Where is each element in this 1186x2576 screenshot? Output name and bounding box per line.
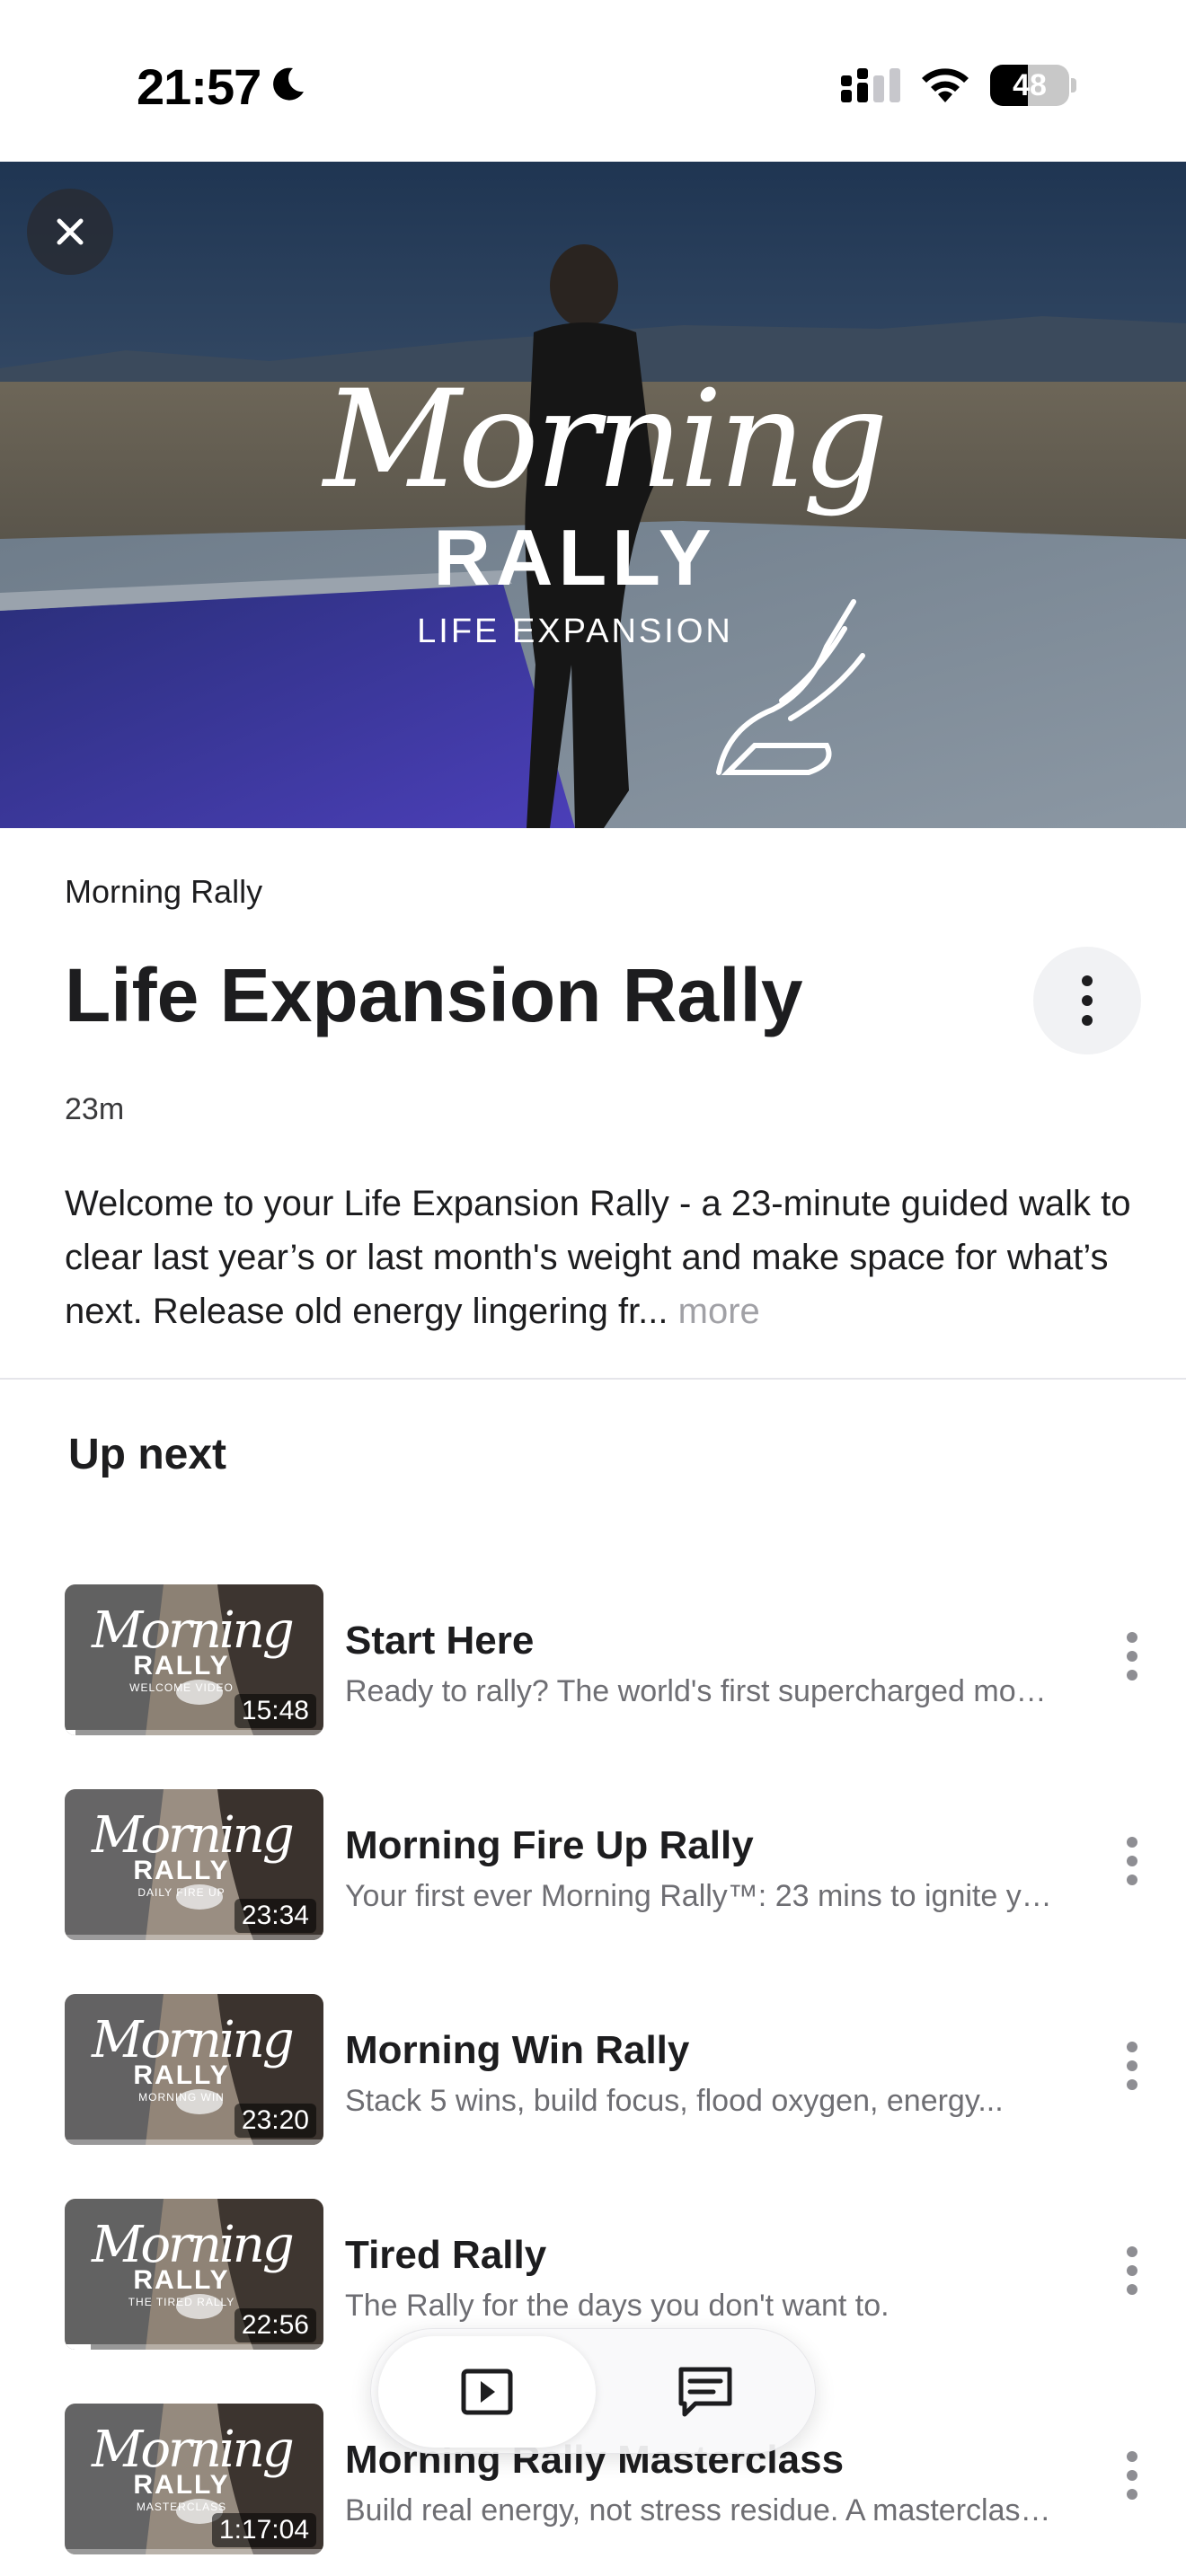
status-bar: 21:57 48 [0,0,1186,162]
thumb-logo-rally: RALLY [133,2470,230,2500]
logo-script-text: Morning [323,362,889,518]
video-thumbnail[interactable]: Morning RALLY MASTERCLASS 1:17:04 [65,2404,323,2554]
page-title: Life Expansion Rally [65,953,803,1037]
winged-shoe-icon [716,599,865,775]
tab-video[interactable] [378,2336,596,2448]
video-duration: 23:34 [234,1899,316,1933]
battery-percent: 48 [1013,68,1047,102]
item-menu-button[interactable] [1105,2430,1159,2520]
more-link[interactable]: more [678,1292,760,1331]
item-subtitle: The Rally for the days you don't want to… [345,2289,890,2323]
item-title: Tired Rally [345,2233,547,2277]
thumb-logo-script: Morning [92,2011,295,2069]
watch-progress-bar [65,2549,323,2554]
series-label[interactable]: Morning Rally [65,873,262,911]
video-thumbnail[interactable]: Morning RALLY WELCOME VIDEO 15:48 [65,1584,323,1735]
item-subtitle: Your first ever Morning Rally™: 23 mins … [345,1879,1055,1913]
video-thumbnail[interactable]: Morning RALLY THE TIRED RALLY 22:56 [65,2199,323,2350]
video-thumbnail[interactable]: Morning RALLY MORNING WIN 23:20 [65,1994,323,2145]
thumb-logo-subtitle: WELCOME VIDEO [129,1681,234,1694]
bottom-tab-bar [370,2328,816,2454]
close-button[interactable] [27,189,113,275]
battery-icon: 48 [990,65,1076,106]
thumb-logo-rally: RALLY [133,1651,230,1681]
list-item[interactable]: Morning RALLY WELCOME VIDEO 15:48 Start … [0,1584,1186,1739]
thumb-logo-subtitle: MORNING WIN [138,2091,225,2104]
list-item[interactable]: Morning RALLY DAILY FIRE UP 23:34 Mornin… [0,1789,1186,1944]
video-duration: 1:17:04 [211,2513,316,2547]
thumb-logo-subtitle: DAILY FIRE UP [137,1886,226,1899]
vertical-ellipsis-icon [1127,1632,1137,1681]
thumb-logo-subtitle: MASTERCLASS [136,2501,227,2513]
chat-icon [678,2367,732,2417]
watch-progress-fill [65,1730,75,1735]
item-title: Morning Fire Up Rally [345,1823,754,1867]
item-subtitle: Stack 5 wins, build focus, flood oxygen,… [345,2084,1004,2118]
thumb-logo-script: Morning [92,2421,295,2479]
vertical-ellipsis-icon [1127,2246,1137,2295]
item-subtitle: Ready to rally? The world's first superc… [345,1674,1055,1708]
video-duration: 15:48 [234,1694,316,1728]
video-duration: 23:20 [234,2104,316,2138]
item-menu-button[interactable] [1105,1816,1159,1906]
item-menu-button[interactable] [1105,2226,1159,2316]
thumb-logo-script: Morning [92,2216,295,2274]
play-video-icon [461,2369,513,2415]
watch-progress-bar [65,1730,323,1735]
watch-progress-bar [65,2344,323,2350]
item-menu-button[interactable] [1105,2021,1159,2111]
tab-chat[interactable] [601,2336,810,2448]
video-duration: 22:56 [234,2308,316,2342]
up-next-heading: Up next [68,1431,227,1478]
cellular-signal-icon [841,68,900,102]
vertical-ellipsis-icon [1127,2042,1137,2090]
video-thumbnail[interactable]: Morning RALLY DAILY FIRE UP 23:34 [65,1789,323,1940]
description: Welcome to your Life Expansion Rally - a… [65,1177,1143,1338]
moon-icon [273,67,304,101]
thumb-logo-rally: RALLY [133,1856,230,1885]
thumb-logo-script: Morning [92,1601,295,1660]
item-title: Start Here [345,1619,535,1663]
more-options-button[interactable] [1033,947,1141,1054]
close-icon [57,218,84,245]
divider [0,1378,1186,1380]
status-time: 21:57 [137,58,261,115]
item-menu-button[interactable] [1105,1611,1159,1701]
hero-banner: Morning RALLY LIFE EXPANSION [0,162,1186,828]
item-subtitle: Build real energy, not stress residue. A… [345,2493,1055,2527]
wifi-icon [922,68,969,102]
vertical-ellipsis-icon [1127,1837,1137,1885]
hero-logo: Morning RALLY LIFE EXPANSION [323,359,889,781]
watch-progress-fill [65,2344,91,2350]
duration-label: 23m [65,1092,125,1126]
thumb-logo-script: Morning [92,1806,295,1865]
vertical-ellipsis-icon [1127,2451,1137,2500]
watch-progress-bar [65,2139,323,2145]
list-item[interactable]: Morning RALLY MORNING WIN 23:20 Morning … [0,1994,1186,2148]
watch-progress-bar [65,1935,323,1940]
thumb-logo-rally: RALLY [133,2265,230,2295]
thumb-logo-subtitle: THE TIRED RALLY [128,2296,235,2308]
description-text: Welcome to your Life Expansion Rally - a… [65,1184,1131,1331]
vertical-ellipsis-icon [1082,975,1093,1026]
thumb-logo-rally: RALLY [133,2060,230,2090]
item-title: Morning Win Rally [345,2028,690,2072]
